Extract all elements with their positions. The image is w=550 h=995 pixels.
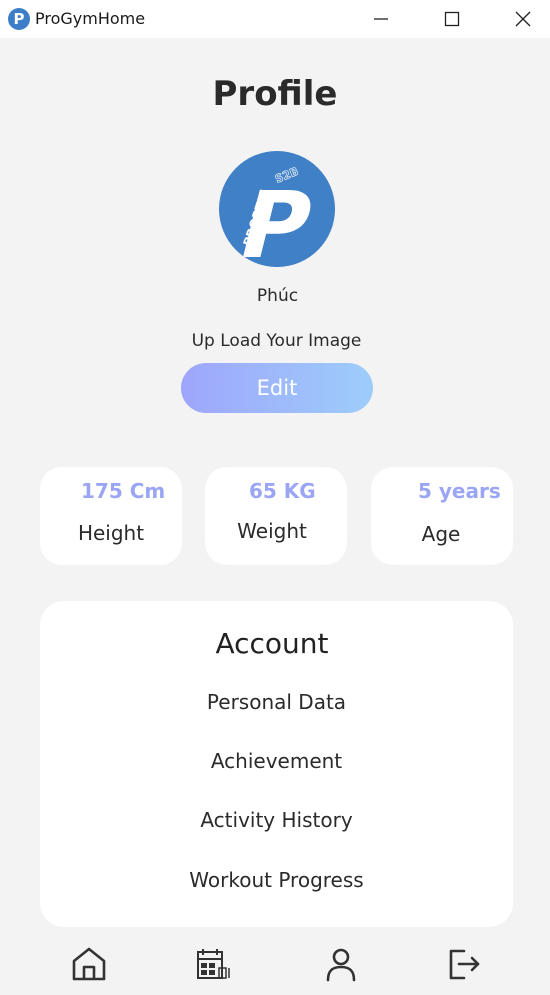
height-label: Height	[77, 521, 145, 545]
weight-label: Weight	[237, 519, 307, 543]
workout-progress-link[interactable]: Workout Progress	[40, 868, 513, 892]
height-value: 175 Cm	[81, 479, 166, 503]
account-card: Account Personal Data Achievement Activi…	[40, 601, 513, 927]
achievement-link[interactable]: Achievement	[40, 749, 513, 773]
window-title: ProGymHome	[35, 9, 146, 28]
nav-home-button[interactable]	[67, 942, 111, 986]
user-name: Phúc	[256, 286, 299, 306]
schedule-icon	[197, 949, 230, 979]
logout-icon	[449, 949, 480, 980]
weight-card: 65 KG Weight	[205, 467, 347, 565]
home-icon	[72, 947, 106, 981]
minimize-icon	[374, 18, 388, 20]
account-title: Account	[215, 627, 329, 660]
age-value: 5 years	[418, 479, 501, 503]
proptit-logo-icon: P PROPTIT S2B	[229, 164, 323, 267]
window-title-bar: P ProGymHome	[0, 0, 550, 38]
page-title: Profile	[212, 74, 338, 114]
age-label: Age	[421, 522, 461, 546]
minimize-button[interactable]	[358, 0, 404, 38]
user-icon	[326, 948, 356, 982]
height-card: 175 Cm Height	[40, 467, 182, 565]
avatar: P PROPTIT S2B	[219, 151, 335, 267]
maximize-button[interactable]	[429, 0, 475, 38]
progym-logo-icon: P	[8, 8, 30, 30]
weight-value: 65 KG	[249, 479, 316, 503]
maximize-icon	[444, 11, 460, 27]
upload-image-label: Up Load Your Image	[191, 331, 362, 351]
age-card: 5 years Age	[371, 467, 513, 565]
nav-logout-button[interactable]	[442, 942, 486, 986]
personal-data-link[interactable]: Personal Data	[40, 690, 513, 714]
close-button[interactable]	[500, 0, 546, 38]
nav-schedule-button[interactable]	[192, 942, 236, 986]
edit-button[interactable]: Edit	[181, 363, 373, 413]
nav-profile-button[interactable]	[319, 942, 363, 986]
activity-history-link[interactable]: Activity History	[40, 808, 513, 832]
svg-text:P: P	[229, 172, 323, 267]
close-icon	[515, 11, 531, 27]
